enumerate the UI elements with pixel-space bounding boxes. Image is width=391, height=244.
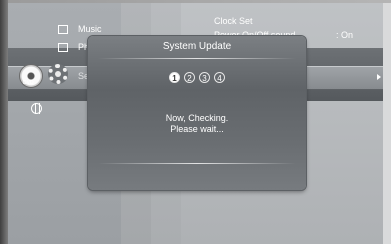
dialog-divider-bottom [98,163,296,164]
left-frame [0,0,8,244]
dialog-divider-top [98,58,296,59]
menu-item-music[interactable]: Music [78,24,102,34]
status-message-line-2: Please wait... [170,124,224,134]
step-2: 2 [184,72,195,83]
music-note-icon [58,25,68,34]
photo-icon [58,43,68,52]
step-indicator: 1 2 3 4 [88,72,306,86]
step-3: 3 [199,72,210,83]
dialog-title: System Update [162,41,232,52]
step-4: 4 [214,72,225,83]
clock-set-item[interactable]: Clock Set [214,16,253,26]
setup-gear-icon [48,64,68,84]
setup-screen: Music Ph Se DVD Clock Set Power On/Off s… [0,0,391,244]
dvd-badge: DVD [23,80,34,86]
power-sound-value: : On [336,30,354,40]
chevron-right-icon [377,74,381,80]
step-1: 1 [169,72,180,83]
globe-icon [31,103,42,114]
status-message-line-1: Now, Checking. [165,113,229,123]
right-edge [383,3,391,244]
system-update-dialog: System Update 1 2 3 4 Now, Checking. Ple… [88,36,306,190]
